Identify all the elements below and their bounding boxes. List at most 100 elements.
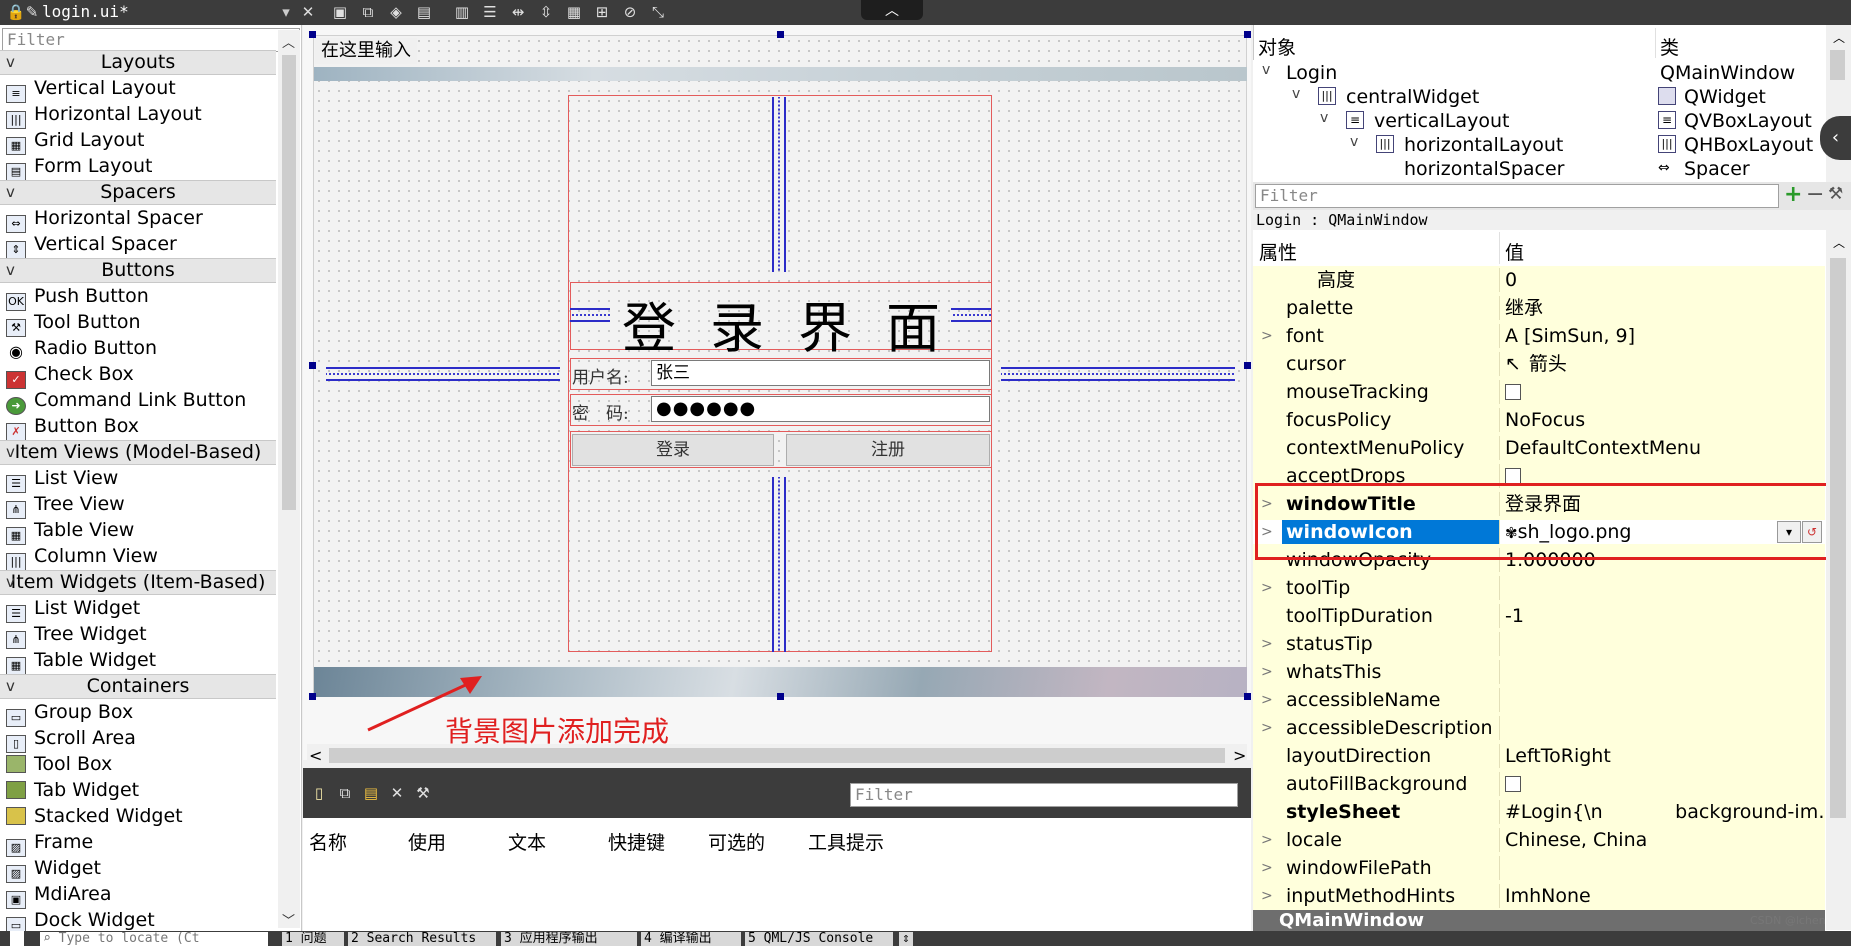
widget-item-tool-box[interactable]: Tool Box [6,751,112,777]
autofillbackground-checkbox[interactable] [1505,776,1521,792]
vertical-spacer-top[interactable] [772,97,786,272]
property-row-windowfilepath[interactable]: > windowFilePath [1253,856,1825,880]
property-row-tooltip[interactable]: > toolTip [1253,576,1825,600]
selection-handle[interactable] [777,693,784,700]
widget-item-tool-button[interactable]: ⚒ Tool Button [6,309,141,337]
object-row-centralwidget[interactable]: centralWidget [1346,85,1479,109]
scroll-up-icon[interactable]: ︿ [1833,29,1845,46]
property-row-whatsthis[interactable]: > whatsThis [1253,660,1825,684]
edit-widgets-icon[interactable]: ▣ [330,3,350,21]
selection-handle[interactable] [309,31,316,38]
property-row-inputmethodhints[interactable]: > inputMethodHints ImhNone [1253,884,1825,908]
object-row-horizontallayout[interactable]: horizontalLayout [1404,133,1563,157]
scroll-up-icon[interactable]: ︿ [282,32,295,51]
new-action-icon[interactable]: ▯ [309,784,329,802]
widget-item-scroll-area[interactable]: ▯ Scroll Area [6,725,136,753]
widget-item-horizontal-layout[interactable]: ||| Horizontal Layout [6,101,202,129]
output-tab-issues[interactable]: 1 问题 [282,932,344,946]
property-row-contextmenupolicy[interactable]: contextMenuPolicy DefaultContextMenu [1253,436,1825,460]
action-table-body[interactable] [303,858,1251,931]
widget-item-frame[interactable]: ▨ Frame [6,829,93,857]
delete-action-icon[interactable]: ✕ [387,784,407,802]
scroll-right-icon[interactable]: > [1233,746,1246,765]
object-row-verticallayout[interactable]: verticalLayout [1374,109,1509,133]
lay-out-vertically-icon[interactable]: ☰ [480,3,500,21]
add-dynamic-property-icon[interactable]: + [1784,182,1802,207]
widget-item-push-button[interactable]: OK Push Button [6,283,149,311]
widget-item-tab-widget[interactable]: Tab Widget [6,777,139,803]
mousetracking-checkbox[interactable] [1505,384,1521,400]
form-layout-icon[interactable]: ▦ [564,3,584,21]
side-collapse-button[interactable]: ‹ [1820,116,1851,160]
widget-item-dock-widget[interactable]: ▭ Dock Widget [6,907,155,931]
lay-out-horizontally-icon[interactable]: ▥ [452,3,472,21]
edit-buddies-icon[interactable]: ◈ [386,3,406,21]
category-containers[interactable]: v Containers [0,674,276,699]
property-column-header[interactable]: 属性 [1259,238,1297,265]
property-row-accessiblename[interactable]: > accessibleName [1253,688,1825,712]
category-layouts[interactable]: v Layouts [0,50,276,75]
title-spacer-left[interactable] [570,308,610,322]
scroll-left-icon[interactable]: < [309,746,322,765]
locate-input[interactable]: ⌕ Type to locate (Ct [40,932,268,946]
selection-handle[interactable] [777,31,784,38]
object-column-header[interactable]: 对象 [1258,33,1296,60]
acceptdrops-checkbox[interactable] [1505,468,1521,484]
widget-item-list-widget[interactable]: ☰ List Widget [6,595,140,623]
property-section-header[interactable]: QMainWindow [1253,910,1825,931]
edit-signals-slots-icon[interactable]: ⧉ [358,3,378,21]
selection-handle[interactable] [1244,362,1251,369]
widget-item-group-box[interactable]: ▭ Group Box [6,699,133,727]
property-row-cursor[interactable]: cursor ↖ 箭头 [1253,352,1825,376]
horizontal-spacer-right[interactable] [1001,367,1235,381]
property-row-autofillbackground[interactable]: autoFillBackground [1253,772,1825,796]
widget-item-tree-view[interactable]: ⋔ Tree View [6,491,125,519]
register-button[interactable]: 注册 [786,434,990,466]
vertical-spacer-bottom[interactable] [772,477,786,652]
column-header[interactable]: 快捷键 [608,828,665,855]
object-row-horizontalspacer[interactable]: horizontalSpacer [1404,157,1564,181]
widget-item-command-link-button[interactable]: ➜ Command Link Button [6,387,246,415]
property-row-accessibledescription[interactable]: > accessibleDescription [1253,716,1825,740]
selection-handle[interactable] [1244,693,1251,700]
scrollbar-thumb[interactable] [1830,50,1845,80]
widget-item-table-widget[interactable]: ▦ Table Widget [6,647,156,675]
widget-item-vertical-layout[interactable]: ≡ Vertical Layout [6,75,176,103]
widget-item-list-view[interactable]: ☰ List View [6,465,118,493]
chevron-down-icon[interactable]: v [1292,86,1300,102]
widget-item-mdi-area[interactable]: ▣ MdiArea [6,881,111,909]
chevron-down-icon[interactable]: v [1320,110,1328,126]
scroll-up-icon[interactable]: ︿ [1833,234,1845,251]
splitter-horizontal-icon[interactable]: ⇹ [508,3,528,21]
action-filter-input[interactable]: Filter [850,783,1238,807]
property-row-palette[interactable]: palette 继承 [1253,296,1825,320]
property-row-mousetracking[interactable]: mouseTracking [1253,380,1825,404]
widget-item-radio-button[interactable]: ◉ Radio Button [6,335,157,361]
splitter-vertical-icon[interactable]: ⇳ [536,3,556,21]
value-column-header[interactable]: 值 [1505,238,1524,265]
login-button[interactable]: 登录 [572,434,774,466]
selection-handle[interactable] [309,362,316,369]
adjust-size-icon[interactable]: ⤡ [648,3,668,21]
output-tab-qml-console[interactable]: 5 QML/JS Console [745,932,893,946]
widget-item-widget[interactable]: ▨ Widget [6,855,101,883]
widget-item-stacked-widget[interactable]: Stacked Widget [6,803,183,829]
property-row-focuspolicy[interactable]: focusPolicy NoFocus [1253,408,1825,432]
category-item-widgets[interactable]: v Item Widgets (Item-Based) [0,570,276,595]
category-item-views[interactable]: v Item Views (Model-Based) [0,440,276,465]
scrollbar-thumb[interactable] [329,748,1225,763]
chevron-down-icon[interactable]: v [1262,62,1270,78]
editor-horizontal-scrollbar[interactable]: < > [307,744,1247,768]
column-header[interactable]: 名称 [309,828,347,855]
password-input[interactable]: ●●●●●● [651,396,990,422]
property-row-font[interactable]: > font A [SimSun, 9] [1253,324,1825,348]
property-filter-input[interactable]: Filter [1255,184,1779,208]
paste-action-icon[interactable]: ▤ [361,784,381,802]
scrollbar-thumb[interactable] [1830,258,1846,818]
property-row-locale[interactable]: > locale Chinese, China [1253,828,1825,852]
menubar-type-here[interactable]: 在这里输入 [315,38,417,64]
dropdown-arrow-icon[interactable]: ▾ [276,3,296,21]
property-row-layoutdirection[interactable]: layoutDirection LeftToRight [1253,744,1825,768]
property-row-height[interactable]: 高度 0 [1253,268,1825,292]
widget-item-check-box[interactable]: ✓ Check Box [6,361,134,389]
